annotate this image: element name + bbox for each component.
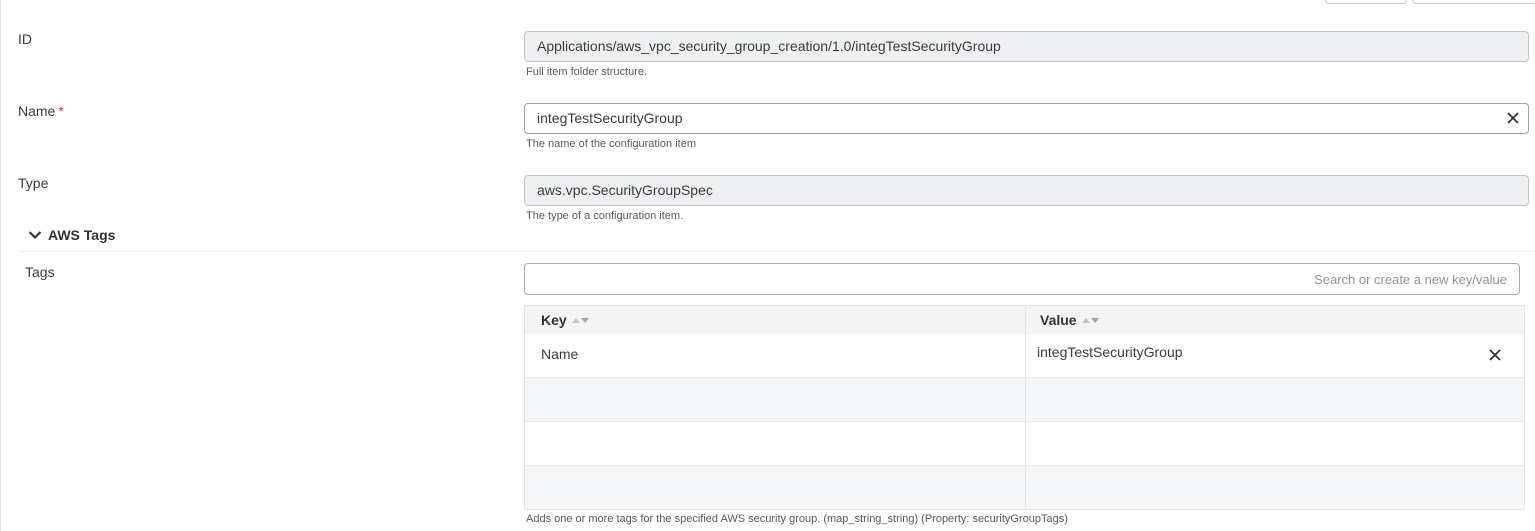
sort-icon: [571, 317, 589, 323]
sort-icon: [1081, 317, 1099, 323]
tags-search-box: [524, 263, 1520, 295]
type-field: aws.vpc.SecurityGroupSpec: [524, 175, 1529, 206]
aws-tags-section-toggle[interactable]: AWS Tags: [28, 225, 115, 245]
name-label: Name *: [18, 103, 64, 119]
id-field: Applications/aws_vpc_security_group_crea…: [524, 31, 1529, 62]
column-divider: [1025, 306, 1026, 509]
id-value: Applications/aws_vpc_security_group_crea…: [537, 38, 1001, 54]
section-divider: [20, 251, 1535, 252]
tags-table: Key Value Name integTestSecurityGroup: [524, 305, 1525, 510]
type-value: aws.vpc.SecurityGroupSpec: [537, 182, 713, 198]
name-label-text: Name: [18, 103, 56, 119]
tag-key-cell[interactable]: Name: [541, 334, 578, 377]
id-label: ID: [18, 31, 32, 47]
tag-value-cell[interactable]: integTestSecurityGroup: [1037, 334, 1183, 377]
id-help-text: Full item folder structure.: [526, 66, 648, 78]
close-icon[interactable]: [1506, 111, 1520, 125]
required-indicator: *: [58, 103, 64, 119]
type-label: Type: [18, 175, 49, 191]
value-column-header[interactable]: Value: [1040, 306, 1099, 334]
value-column-label: Value: [1040, 312, 1077, 328]
key-column-header[interactable]: Key: [541, 306, 589, 334]
name-help-text: The name of the configuration item: [526, 138, 696, 150]
tags-search-input[interactable]: [525, 264, 1519, 294]
chevron-down-icon: [28, 231, 42, 240]
key-column-label: Key: [541, 312, 567, 328]
type-help-text: The type of a configuration item.: [526, 210, 684, 222]
tags-label: Tags: [25, 264, 55, 280]
close-icon[interactable]: [1488, 348, 1502, 362]
top-toolbar-button[interactable]: [1325, 0, 1407, 4]
left-border: [0, 0, 1, 531]
section-title: AWS Tags: [48, 227, 116, 243]
top-toolbar-button[interactable]: [1412, 0, 1535, 4]
tags-help-text: Adds one or more tags for the specified …: [526, 513, 1068, 525]
name-value: integTestSecurityGroup: [537, 110, 683, 126]
name-field[interactable]: integTestSecurityGroup: [524, 103, 1529, 134]
